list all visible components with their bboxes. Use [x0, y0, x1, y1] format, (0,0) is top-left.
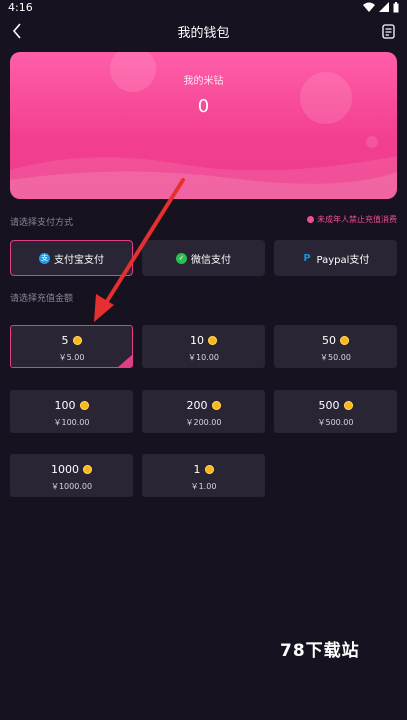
- amount-price: ￥10.00: [188, 353, 219, 362]
- amount-coins: 50: [275, 334, 396, 347]
- coin-icon: [340, 336, 349, 345]
- coin-icon: [83, 465, 92, 474]
- coin-icon: [72, 336, 82, 345]
- amount-option-100[interactable]: 100 ￥100.00: [10, 390, 133, 433]
- amount-price: ￥500.00: [317, 418, 354, 427]
- wifi-icon: [363, 2, 375, 12]
- balance-value: 0: [197, 96, 210, 117]
- status-icons: [363, 1, 399, 13]
- coin-count: 100: [54, 399, 76, 412]
- amount-option-50[interactable]: 50 ￥50.00: [274, 325, 397, 368]
- watermark: 78下载站: [280, 641, 360, 661]
- header: 我的钱包: [0, 14, 407, 48]
- coin-count: 500: [318, 399, 340, 412]
- coin-count: 200: [186, 399, 208, 412]
- amount-price: ￥5.00: [58, 353, 85, 362]
- paypal-icon: P: [303, 252, 311, 264]
- coin-count: 1000: [51, 463, 79, 476]
- pay-method-label: Paypal支付: [316, 254, 370, 266]
- pay-method-paypal[interactable]: P Paypal支付: [274, 240, 397, 276]
- coin-count: 5: [61, 334, 69, 347]
- battery-icon: [393, 1, 399, 12]
- amount-option-1[interactable]: 1 ￥1.00: [142, 454, 265, 497]
- alipay-icon: 支: [39, 252, 50, 264]
- signal-icon: [379, 2, 389, 12]
- amount-option-5[interactable]: 5 ￥5.00: [10, 325, 133, 368]
- pay-method-wechat[interactable]: ✓ 微信支付: [142, 240, 265, 276]
- amount-coins: 500: [275, 399, 396, 412]
- coin-icon: [208, 336, 217, 345]
- info-icon: [307, 216, 314, 223]
- minor-notice[interactable]: 未成年人禁止充值消费: [307, 214, 397, 225]
- amount-coins: 5: [11, 334, 132, 347]
- minor-notice-text: 未成年人禁止充值消费: [317, 215, 397, 224]
- amount-option-500[interactable]: 500 ￥500.00: [274, 390, 397, 433]
- amount-price: ￥1.00: [190, 482, 217, 491]
- payment-section-label: 请选择支付方式: [10, 218, 74, 228]
- pay-method-label: 支付宝支付: [54, 254, 104, 266]
- page-title: 我的钱包: [177, 25, 230, 41]
- amount-coins: 200: [143, 399, 264, 412]
- coin-icon: [343, 401, 353, 410]
- wechat-pay-icon: ✓: [176, 252, 187, 264]
- amount-option-10[interactable]: 10 ￥10.00: [142, 325, 265, 368]
- status-time: 4:16: [8, 0, 33, 14]
- coin-count: 10: [190, 334, 204, 347]
- coin-count: 50: [322, 334, 336, 347]
- amount-coins: 1000: [11, 463, 132, 476]
- coin-count: 1: [193, 463, 201, 476]
- amount-price: ￥200.00: [185, 418, 222, 427]
- pay-method-alipay[interactable]: 支 支付宝支付: [10, 240, 133, 276]
- chevron-left-icon: [12, 23, 21, 39]
- amount-coins: 1: [143, 463, 264, 476]
- amount-coins: 10: [143, 334, 264, 347]
- coin-icon: [204, 465, 214, 474]
- coin-icon: [211, 401, 221, 410]
- records-button[interactable]: [377, 20, 399, 42]
- amount-price: ￥1000.00: [50, 482, 93, 491]
- amount-option-1000[interactable]: 1000 ￥1000.00: [10, 454, 133, 497]
- document-icon: [381, 23, 395, 39]
- amount-price: ￥100.00: [53, 418, 90, 427]
- pay-method-label: 微信支付: [191, 254, 231, 266]
- back-button[interactable]: [6, 20, 28, 42]
- amount-price: ￥50.00: [320, 353, 351, 362]
- balance-label: 我的米钻: [183, 76, 224, 87]
- amount-option-200[interactable]: 200 ￥200.00: [142, 390, 265, 433]
- amount-coins: 100: [11, 399, 132, 412]
- status-bar: 4:16: [0, 0, 407, 14]
- amount-section-label: 请选择充值金额: [10, 294, 74, 304]
- coin-icon: [79, 401, 89, 410]
- selected-corner-mark: [117, 354, 132, 367]
- balance-card: 我的米钻 0: [10, 52, 397, 199]
